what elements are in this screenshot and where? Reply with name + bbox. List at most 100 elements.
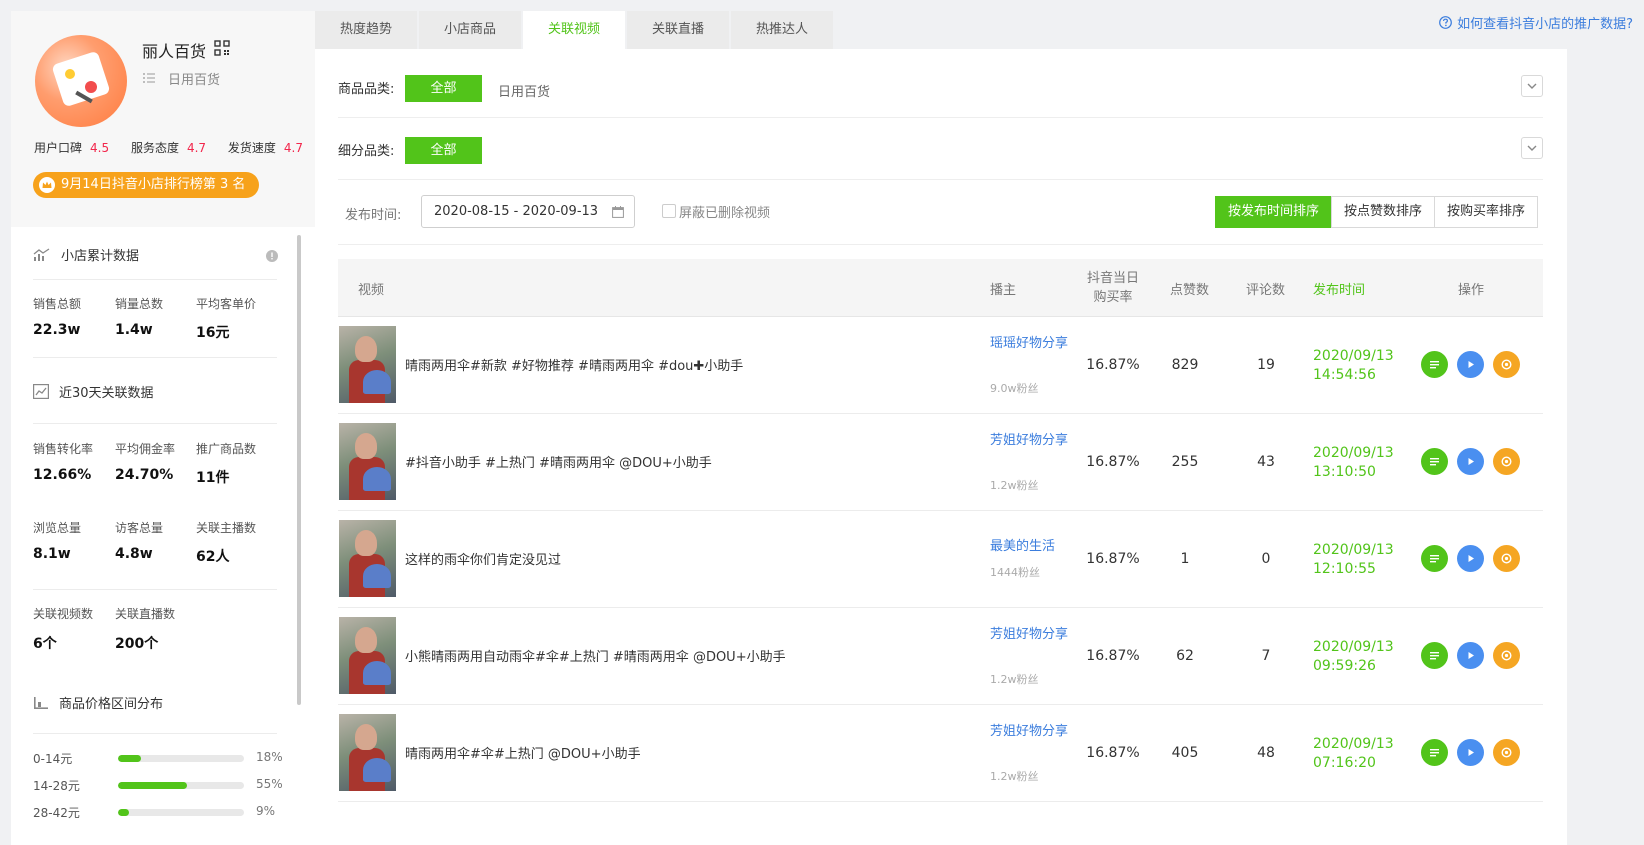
- likes-count: 255: [1171, 454, 1199, 470]
- row-actions: [1421, 739, 1529, 766]
- detail-button[interactable]: [1421, 545, 1448, 572]
- video-title[interactable]: 晴雨两用伞#伞#上热门 @DOU+小助手: [405, 743, 641, 762]
- price-range-fill: [118, 782, 188, 789]
- stat-value: 12.66%: [33, 467, 92, 483]
- video-thumbnail[interactable]: [339, 520, 396, 597]
- comments-count: 7: [1261, 648, 1271, 664]
- col-likes[interactable]: 点赞数: [1170, 279, 1209, 298]
- col-comments[interactable]: 评论数: [1246, 279, 1285, 298]
- anchor-name[interactable]: 芳姐好物分享: [990, 431, 1070, 450]
- publish-time: 2020/09/13 07:16:20: [1313, 735, 1394, 773]
- video-thumbnail[interactable]: [339, 326, 396, 403]
- video-thumbnail[interactable]: [339, 714, 396, 791]
- stat-value: 62人: [196, 549, 230, 565]
- target-icon: [1501, 553, 1512, 564]
- anchor-name[interactable]: 瑶瑶好物分享: [990, 334, 1070, 353]
- target-icon: [1501, 456, 1512, 467]
- play-button[interactable]: [1457, 545, 1484, 572]
- anchor-name[interactable]: 芳姐好物分享: [990, 722, 1070, 741]
- publish-date: 2020/09/13: [1313, 348, 1394, 364]
- row-actions: [1421, 642, 1529, 669]
- expand-sub-category-button[interactable]: [1521, 137, 1543, 159]
- tab-related-live[interactable]: 关联直播: [627, 11, 729, 49]
- publish-time: 2020/09/13 13:10:50: [1313, 444, 1394, 482]
- target-icon: [1501, 359, 1512, 370]
- tab-related-videos[interactable]: 关联视频: [523, 11, 625, 49]
- price-range-bar: [118, 755, 244, 762]
- stat-label: 关联视频数: [33, 607, 94, 621]
- sub-category-all-button[interactable]: 全部: [405, 137, 482, 164]
- tab-shop-products[interactable]: 小店商品: [419, 11, 521, 49]
- play-button[interactable]: [1457, 739, 1484, 766]
- locate-button[interactable]: [1493, 448, 1520, 475]
- list-icon: [1430, 555, 1439, 563]
- sort-by-time-button[interactable]: 按发布时间排序: [1215, 196, 1333, 228]
- col-purchase-rate[interactable]: 抖音当日 购买率: [1082, 269, 1144, 307]
- locate-button[interactable]: [1493, 739, 1520, 766]
- date-range-value: 2020-08-15 - 2020-09-13: [434, 204, 599, 219]
- stat-label: 平均客单价: [196, 297, 257, 311]
- comments-count: 43: [1257, 454, 1275, 470]
- section-title: 商品价格区间分布: [59, 697, 164, 712]
- detail-button[interactable]: [1421, 642, 1448, 669]
- sort-by-purchase-rate-button[interactable]: 按购买率排序: [1434, 196, 1539, 228]
- play-button[interactable]: [1457, 448, 1484, 475]
- locate-button[interactable]: [1493, 351, 1520, 378]
- price-range-fill: [118, 809, 130, 816]
- detail-button[interactable]: [1421, 739, 1448, 766]
- stat-value: 11件: [196, 470, 230, 486]
- publish-time-label: 发布时间:: [345, 208, 402, 223]
- tab-heat-trend[interactable]: 热度趋势: [315, 11, 417, 49]
- publish-time: 2020/09/13 09:59:26: [1313, 638, 1394, 676]
- video-thumbnail[interactable]: [339, 617, 396, 694]
- publish-date: 2020/09/13: [1313, 445, 1394, 461]
- video-title[interactable]: #抖音小助手 #上热门 #晴雨两用伞 @DOU+小助手: [405, 452, 712, 471]
- video-title[interactable]: 小熊晴雨两用自动雨伞#伞#上热门 #晴雨两用伞 @DOU+小助手: [405, 646, 786, 665]
- play-icon: [1468, 555, 1474, 562]
- play-button[interactable]: [1457, 642, 1484, 669]
- locate-button[interactable]: [1493, 545, 1520, 572]
- target-icon: [1501, 747, 1512, 758]
- col-purchase-rate-line1: 抖音当日: [1086, 271, 1139, 286]
- col-publish-time[interactable]: 发布时间: [1313, 279, 1365, 298]
- anchor-name[interactable]: 芳姐好物分享: [990, 625, 1070, 644]
- row-actions: [1421, 351, 1529, 378]
- qrcode-icon[interactable]: [214, 40, 230, 56]
- table-row: 晴雨两用伞#新款 #好物推荐 #晴雨两用伞 #dou✚小助手 瑶瑶好物分享 9.…: [338, 317, 1543, 414]
- list-icon: [1430, 361, 1439, 369]
- video-title[interactable]: 晴雨两用伞#新款 #好物推荐 #晴雨两用伞 #dou✚小助手: [405, 355, 743, 374]
- list-icon: [1430, 652, 1439, 660]
- play-button[interactable]: [1457, 351, 1484, 378]
- publish-clock: 09:59:26: [1313, 658, 1376, 674]
- comments-count: 0: [1261, 551, 1271, 567]
- info-icon[interactable]: [266, 250, 278, 262]
- date-range-picker[interactable]: 2020-08-15 - 2020-09-13: [421, 195, 635, 228]
- anchor-name[interactable]: 最美的生活: [990, 537, 1070, 556]
- price-range-row: 14-28元 55%: [33, 777, 283, 793]
- rank-badge[interactable]: 9月14日抖音小店排行榜第 3 名: [33, 172, 260, 198]
- video-thumbnail[interactable]: [339, 423, 396, 500]
- video-title[interactable]: 这样的雨伞你们肯定没见过: [405, 549, 561, 568]
- price-range-bar: [118, 809, 244, 816]
- locate-button[interactable]: [1493, 642, 1520, 669]
- detail-button[interactable]: [1421, 448, 1448, 475]
- table-row: 晴雨两用伞#伞#上热门 @DOU+小助手 芳姐好物分享 1.2w粉丝 16.87…: [338, 705, 1543, 802]
- section-price-dist: 商品价格区间分布: [33, 693, 163, 712]
- product-category-label: 商品品类:: [338, 82, 395, 97]
- publish-time: 2020/09/13 12:10:55: [1313, 541, 1394, 579]
- expand-category-button[interactable]: [1521, 75, 1543, 97]
- col-video: 视频: [358, 283, 385, 298]
- sort-button-group: 按发布时间排序 按点赞数排序 按购买率排序: [1215, 196, 1539, 228]
- sort-by-likes-button[interactable]: 按点赞数排序: [1331, 196, 1436, 228]
- category-option-daily-goods[interactable]: 日用百货: [498, 81, 550, 100]
- detail-button[interactable]: [1421, 351, 1448, 378]
- play-icon: [1468, 652, 1474, 659]
- category-all-button[interactable]: 全部: [405, 75, 482, 102]
- sidebar-scrollbar[interactable]: [297, 235, 301, 705]
- hide-deleted-label[interactable]: 屏蔽已删除视频: [679, 202, 770, 221]
- publish-date: 2020/09/13: [1313, 639, 1394, 655]
- tab-hot-influencers[interactable]: 热推达人: [731, 11, 833, 49]
- price-range-row: 28-42元 9%: [33, 804, 283, 820]
- help-link[interactable]: 如何查看抖音小店的推广数据?: [1439, 13, 1633, 32]
- hide-deleted-checkbox[interactable]: [662, 204, 676, 218]
